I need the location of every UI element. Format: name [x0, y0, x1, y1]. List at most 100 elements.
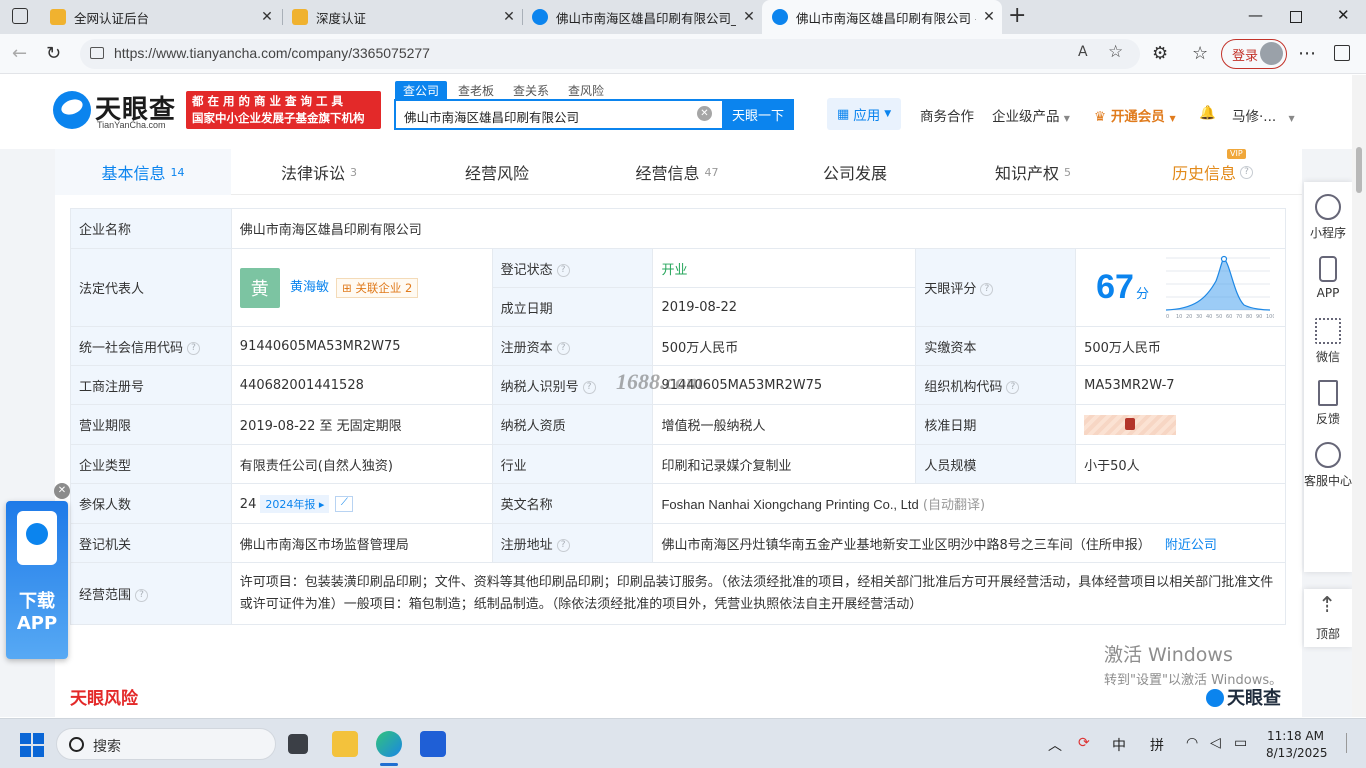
help-icon[interactable]: ?	[582, 380, 596, 394]
browser-login-button[interactable]: 登录	[1221, 39, 1287, 69]
scrollbar-thumb[interactable]	[1356, 147, 1362, 193]
download-app-label: 下载 APP	[16, 591, 58, 634]
minimize-icon[interactable]: —	[1248, 6, 1263, 24]
show-desktop-button[interactable]	[1346, 733, 1358, 753]
locked-value-bar[interactable]	[1084, 414, 1177, 435]
back-to-top-button[interactable]: 顶部	[1304, 589, 1352, 647]
label-staff-size: 人员规模	[915, 444, 1077, 484]
help-icon[interactable]: ?	[556, 538, 570, 552]
label-taxpayer-qual: 纳税人资质	[491, 404, 654, 445]
app-button[interactable]: APP	[1304, 256, 1352, 300]
sync-icon[interactable]: ⟳	[1078, 735, 1090, 751]
tab-company-development[interactable]: 公司发展	[767, 149, 943, 195]
help-icon[interactable]: ?	[1240, 165, 1253, 179]
taskbar-search[interactable]: 搜索	[56, 728, 276, 760]
tab-label: 法律诉讼	[280, 164, 345, 183]
tab-legal-litigation[interactable]: 法律诉讼 3	[231, 149, 407, 195]
tab-intellectual-property[interactable]: 知识产权 5	[943, 149, 1123, 195]
site-info-icon[interactable]	[90, 47, 104, 59]
search-tab-company[interactable]: 查公司	[395, 81, 448, 100]
task-view-icon[interactable]	[288, 734, 308, 754]
browser-tab-4-active[interactable]: 佛山市南海区雄昌印刷有限公司 - ✕	[762, 0, 1002, 34]
trend-chart-icon[interactable]: ⟋	[335, 496, 354, 512]
notification-bell-icon[interactable]: 🔔	[1199, 105, 1216, 121]
close-tab-icon[interactable]: ✕	[496, 9, 522, 25]
score-marker	[1221, 255, 1228, 263]
help-icon[interactable]: ?	[980, 283, 994, 296]
customer-service-button[interactable]: 客服中心	[1304, 442, 1352, 489]
value-status: 开业	[652, 248, 917, 288]
footer-logo: 天眼查	[1206, 684, 1281, 710]
volume-icon[interactable]: ◁	[1210, 735, 1221, 751]
back-icon[interactable]: ←	[12, 43, 27, 64]
read-aloud-icon[interactable]: A	[1078, 44, 1088, 60]
ime-pinyin-indicator[interactable]: 拼	[1150, 735, 1164, 755]
favorites-icon[interactable]: ☆	[1192, 43, 1208, 64]
security-app-icon[interactable]	[420, 731, 446, 757]
nearby-companies-link[interactable]: 附近公司	[1165, 538, 1217, 553]
help-icon[interactable]: ?	[556, 341, 570, 355]
label-text: 天眼评分	[924, 282, 977, 297]
help-icon[interactable]: ?	[135, 589, 149, 602]
tab-history-info[interactable]: 历史信息? VIP	[1123, 149, 1302, 195]
browser-tab-3[interactable]: 佛山市南海区雄昌印刷有限公司_1 ✕	[522, 0, 762, 34]
system-clock[interactable]: 11:18 AM 8/13/2025	[1266, 728, 1328, 762]
tab-basic-info[interactable]: 基本信息 14	[55, 149, 231, 195]
ime-mode-indicator[interactable]: 中	[1112, 735, 1126, 755]
sidebar-toggle-icon[interactable]	[1334, 45, 1350, 61]
wifi-icon[interactable]: ◠	[1186, 735, 1198, 751]
more-menu-icon[interactable]: ⋯	[1298, 43, 1316, 64]
nav-enterprise-products[interactable]: 企业级产品 ▼	[992, 105, 1070, 125]
apps-menu-button[interactable]: ▦ 应用 ▼	[827, 98, 901, 130]
legal-rep-link[interactable]: 黄海敏	[290, 280, 329, 295]
restore-icon[interactable]	[1290, 11, 1302, 23]
search-tab-risk[interactable]: 查风险	[568, 82, 604, 99]
clear-search-icon[interactable]: ✕	[697, 106, 712, 121]
file-explorer-icon[interactable]	[332, 731, 358, 757]
related-companies-badge[interactable]: ⊞ 关联企业 2	[336, 277, 419, 298]
value-approval-date-locked[interactable]	[1075, 404, 1286, 445]
close-banner-icon[interactable]: ✕	[54, 483, 70, 499]
search-button[interactable]: 天眼一下	[722, 99, 794, 130]
company-search-input[interactable]: 佛山市南海区雄昌印刷有限公司 ✕	[394, 99, 724, 130]
refresh-icon[interactable]: ↻	[46, 43, 61, 64]
new-tab-button[interactable]: +	[1008, 3, 1026, 28]
nav-business-cooperation[interactable]: 商务合作	[920, 105, 974, 125]
mini-program-button[interactable]: 小程序	[1304, 194, 1352, 241]
search-tab-relation[interactable]: 查关系	[513, 82, 549, 99]
site-favicon-icon	[532, 9, 548, 25]
edge-browser-icon[interactable]	[376, 731, 402, 757]
help-icon[interactable]: ?	[556, 263, 570, 277]
tab-count: 14	[170, 165, 185, 179]
help-icon[interactable]: ?	[1006, 380, 1020, 394]
show-hidden-icons-icon[interactable]: ︿	[1048, 735, 1062, 755]
extensions-icon[interactable]: ⚙	[1152, 43, 1168, 64]
help-icon[interactable]: ?	[187, 341, 201, 355]
tab-business-risk[interactable]: 经营风险	[407, 149, 587, 195]
close-tab-icon[interactable]: ✕	[736, 9, 762, 25]
feedback-button[interactable]: 反馈	[1304, 380, 1352, 427]
annual-report-link[interactable]: 2024年报 ▸	[260, 494, 330, 513]
close-tab-icon[interactable]: ✕	[254, 9, 280, 25]
windows-start-icon[interactable]	[20, 733, 44, 757]
tab-business-info[interactable]: 经营信息 47	[587, 149, 767, 195]
close-window-icon[interactable]: ✕	[1337, 6, 1350, 24]
nav-open-vip[interactable]: ♛ 开通会员 ▼	[1094, 105, 1176, 125]
wechat-button[interactable]: 微信	[1304, 318, 1352, 365]
download-app-banner[interactable]: 下载 APP	[6, 501, 68, 659]
windows-taskbar: 搜索 ︿ ⟳ 中 拼 ◠ ◁ ▭ 11:18 AM 8/13/2025	[0, 718, 1366, 768]
score-axis-tick: 30	[1196, 314, 1202, 320]
site-logo[interactable]: 天眼查 TianYanCha.com	[53, 89, 179, 133]
battery-icon[interactable]: ▭	[1234, 735, 1247, 751]
browser-tab-2[interactable]: 深度认证 ✕	[282, 0, 522, 34]
user-menu[interactable]: 马修·... ▼	[1232, 105, 1295, 125]
search-tab-boss[interactable]: 查老板	[458, 82, 494, 99]
tab-actions-icon[interactable]	[12, 8, 28, 24]
score-axis-tick: 40	[1206, 314, 1212, 320]
browser-tab-1[interactable]: 全网认证后台 ✕	[40, 0, 280, 34]
page-scrollbar[interactable]	[1352, 75, 1366, 717]
favorite-star-icon[interactable]: ☆	[1108, 42, 1123, 62]
url-field[interactable]: https://www.tianyancha.com/company/33650…	[80, 39, 1140, 69]
close-tab-icon[interactable]: ✕	[976, 9, 1002, 25]
score-axis-tick: 10	[1176, 314, 1182, 320]
